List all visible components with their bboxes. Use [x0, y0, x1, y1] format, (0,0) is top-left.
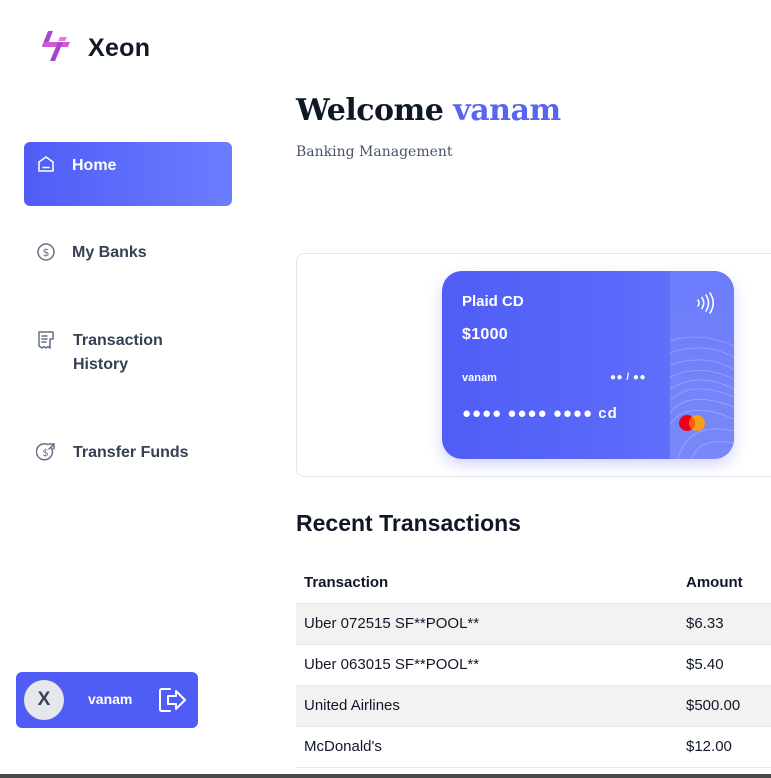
receipt-icon: [36, 330, 56, 350]
column-header-amount: Amount: [677, 562, 771, 604]
contactless-icon: [692, 291, 716, 315]
app-name: Xeon: [88, 34, 151, 62]
table-row[interactable]: Uber 063015 SF**POOL** $5.40: [296, 644, 771, 686]
recent-transactions-title: Recent Transactions: [296, 510, 521, 536]
card-balance: $1000: [462, 326, 508, 343]
card-expiry: ●● / ●●: [610, 372, 646, 383]
table-row[interactable]: United Airlines $500.00: [296, 685, 771, 727]
table-header-row: Transaction Amount: [296, 562, 771, 604]
avatar: X: [24, 680, 64, 720]
dollar-circle-icon: $: [36, 242, 56, 262]
transactions-table: Transaction Amount Uber 072515 SF**POOL*…: [296, 562, 771, 768]
transaction-amount: $12.00: [677, 726, 771, 768]
svg-text:$: $: [42, 448, 48, 459]
sidebar: Xeon Home $ My Banks Transaction History: [0, 0, 260, 778]
svg-text:$: $: [43, 246, 50, 259]
sidebar-item-transfer-funds[interactable]: $ Transfer Funds: [24, 432, 232, 476]
table-row[interactable]: McDonald's $12.00: [296, 726, 771, 768]
sidebar-item-label: Home: [72, 157, 117, 174]
xeon-logo-icon: [38, 28, 74, 69]
page-title: Welcome vanam: [296, 93, 561, 128]
home-icon: [36, 154, 56, 174]
card-bank-name: Plaid CD: [462, 293, 524, 310]
sidebar-item-my-banks[interactable]: $ My Banks: [24, 232, 232, 276]
transaction-name: Uber 072515 SF**POOL**: [296, 603, 677, 645]
transaction-name: Uber 063015 SF**POOL**: [296, 644, 677, 686]
welcome-prefix: Welcome: [296, 93, 444, 128]
user-name: vanam: [88, 691, 133, 707]
transaction-amount: $5.40: [677, 644, 771, 686]
transaction-amount: $500.00: [677, 685, 771, 727]
card-number: ●●●● ●●●● ●●●● cd: [462, 405, 618, 422]
sidebar-item-transaction-history[interactable]: Transaction History: [24, 320, 232, 384]
transaction-name: McDonald's: [296, 726, 677, 768]
logo[interactable]: Xeon: [38, 28, 150, 69]
bottom-scrollbar[interactable]: [0, 774, 771, 778]
sidebar-item-home[interactable]: Home: [24, 142, 232, 206]
page-subtitle: Banking Management: [296, 144, 453, 160]
transaction-name: United Airlines: [296, 685, 677, 727]
transfer-dollar-icon: $: [35, 442, 56, 462]
sidebar-item-label: My Banks: [72, 244, 147, 261]
sidebar-item-label: Transfer Funds: [73, 444, 189, 461]
sidebar-item-label: Transaction History: [73, 332, 163, 373]
bank-card[interactable]: Plaid CD $1000 vanam ●● / ●● ●●●● ●●●● ●…: [442, 271, 734, 459]
user-profile-card[interactable]: X vanam: [16, 672, 198, 728]
column-header-transaction: Transaction: [296, 562, 677, 604]
welcome-user-name: vanam: [453, 93, 561, 128]
logout-icon[interactable]: [157, 686, 189, 714]
mastercard-icon: [677, 414, 707, 432]
table-row[interactable]: Uber 072515 SF**POOL** $6.33: [296, 603, 771, 645]
card-owner-name: vanam: [462, 372, 497, 384]
transaction-amount: $6.33: [677, 603, 771, 645]
